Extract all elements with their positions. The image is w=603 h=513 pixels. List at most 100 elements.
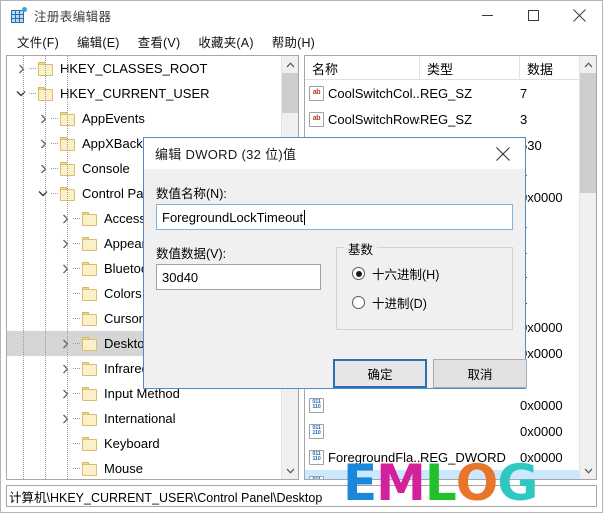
tree-item-international[interactable]: International (7, 406, 281, 431)
radio-hexadecimal[interactable]: 十六进制(H) (352, 264, 439, 283)
tree-item-label: Mouse (104, 461, 144, 476)
cell-type: REG_SZ (420, 85, 473, 101)
cell-data: 1 (520, 242, 579, 257)
folder-icon (82, 411, 98, 426)
registry-icon (10, 6, 27, 24)
cell-data: 7 (520, 85, 528, 101)
tree-guide-line (67, 56, 68, 479)
value-data-input[interactable]: 30d40 (156, 264, 321, 290)
list-scroll-thumb[interactable] (580, 73, 596, 193)
chevron-right-icon[interactable] (57, 256, 73, 281)
menu-file[interactable]: 文件(F) (8, 30, 68, 54)
radio-decimal-label: 十进制(D) (372, 297, 427, 311)
title-bar: 注册表编辑器 (1, 1, 602, 30)
menu-edit[interactable]: 编辑(E) (68, 30, 129, 54)
radio-hexadecimal-label: 十六进制(H) (372, 268, 440, 282)
tree-connector (73, 281, 82, 306)
cell-data: 3 (520, 111, 528, 127)
minimize-button[interactable] (464, 1, 510, 30)
table-row[interactable]: CoolSwitchRowsREG_SZ 3 (305, 106, 579, 132)
tree-connector (73, 381, 82, 406)
dialog-close-button[interactable] (481, 138, 525, 169)
chevron-down-icon[interactable] (35, 181, 51, 206)
radio-decimal[interactable]: 十进制(D) (352, 293, 427, 312)
folder-icon (60, 111, 76, 126)
tree-item-label: AppEvents (82, 111, 145, 126)
value-data-label: 数值数据(V): (156, 247, 227, 261)
status-path: 计算机\HKEY_CURRENT_USER\Control Panel\Desk… (9, 490, 323, 505)
table-row[interactable]: CoolSwitchCol...REG_SZ 7 (305, 80, 579, 106)
value-name-input[interactable]: ForegroundLockTimeout (156, 204, 513, 230)
tree-item-appevents[interactable]: AppEvents (7, 106, 281, 131)
tree-connector (73, 406, 82, 431)
table-row[interactable]: 011110 0x0000 (305, 418, 579, 444)
chevron-right-icon[interactable] (35, 106, 51, 131)
tree-connector (73, 231, 82, 256)
tree-connector (73, 256, 82, 281)
tree-connector (51, 156, 60, 181)
table-row[interactable]: 011110 ForegroundLo...REG_DWORD0x0000 (305, 470, 579, 479)
column-header-name[interactable]: 名称 (305, 56, 420, 80)
tree-connector (73, 206, 82, 231)
tree-scroll-down-icon[interactable] (282, 462, 298, 479)
tree-guide-line (45, 56, 46, 479)
tree-item-keyboard[interactable]: Keyboard (7, 431, 281, 456)
cell-name-text: ForegroundFla... (328, 449, 420, 465)
table-row[interactable]: 011110 0x0000 (305, 392, 579, 418)
tree-scroll-thumb[interactable] (282, 73, 298, 113)
tree-connector (73, 356, 82, 381)
chevron-right-icon[interactable] (13, 56, 29, 81)
cell-name: 011110 ForegroundLo... (305, 475, 420, 480)
folder-icon (82, 361, 98, 376)
chevron-right-icon[interactable] (57, 206, 73, 231)
dialog-title-bar: 编辑 DWORD (32 位)值 (144, 138, 525, 169)
radio-hexadecimal-icon (352, 267, 365, 280)
tree-item-label: HKEY_CLASSES_ROOT (60, 61, 208, 76)
tree-connector (51, 131, 60, 156)
cell-data: 4 (520, 294, 579, 309)
chevron-right-icon[interactable] (35, 131, 51, 156)
cell-name-text: CoolSwitchRows (328, 111, 420, 127)
column-header-type[interactable]: 类型 (420, 56, 520, 80)
tree-item-label: Keyboard (104, 436, 160, 451)
ok-button[interactable]: 确定 (333, 359, 427, 388)
list-vertical-scrollbar[interactable] (579, 56, 596, 479)
tree-scroll-up-icon[interactable] (282, 56, 298, 73)
registry-editor-window: 注册表编辑器 文件(F) 编辑(E) 查看(V) 收藏夹(A) 帮助(H) HK… (0, 0, 603, 513)
cell-name-text: ForegroundLo... (328, 476, 420, 480)
chevron-right-icon[interactable] (57, 381, 73, 406)
dword-value-icon: 011110 (309, 423, 324, 439)
base-group-box (336, 247, 513, 330)
menu-view[interactable]: 查看(V) (129, 30, 190, 54)
cell-data: 1 (520, 216, 579, 231)
menu-favorites[interactable]: 收藏夹(A) (189, 30, 262, 54)
chevron-right-icon[interactable] (35, 156, 51, 181)
value-data-text: 30d40 (162, 269, 199, 285)
chevron-right-icon[interactable] (57, 331, 73, 356)
tree-item-hkey-current-user[interactable]: HKEY_CURRENT_USER (7, 81, 281, 106)
tree-item-label: HKEY_CURRENT_USER (60, 86, 210, 101)
maximize-button[interactable] (510, 1, 556, 30)
dialog-body: 数值名称(N): ForegroundLockTimeout 数值数据(V): … (144, 169, 527, 388)
cell-data: 0x0000 (520, 449, 563, 465)
list-column-headers: 名称 类型 数据 (305, 56, 596, 80)
dialog-title: 编辑 DWORD (32 位)值 (155, 147, 297, 162)
chevron-right-icon[interactable] (57, 356, 73, 381)
chevron-down-icon[interactable] (13, 81, 29, 106)
cancel-button[interactable]: 取消 (433, 359, 527, 388)
tree-item-hkey-classes-root[interactable]: HKEY_CLASSES_ROOT (7, 56, 281, 81)
cell-name: 011110 (305, 397, 420, 413)
close-button[interactable] (556, 1, 602, 30)
list-scroll-up-icon[interactable] (580, 56, 596, 73)
cell-type: REG_SZ (420, 111, 473, 127)
chevron-right-icon[interactable] (57, 406, 73, 431)
table-row[interactable]: 011 110 ForegroundFla... REG_DWORD 0x0000 (305, 444, 579, 470)
menu-help[interactable]: 帮助(H) (263, 30, 324, 54)
folder-icon (82, 236, 98, 251)
tree-item-label: Console (82, 161, 130, 176)
chevron-right-icon[interactable] (57, 231, 73, 256)
cell-data: 0x0000 (520, 189, 563, 205)
tree-item-mouse[interactable]: Mouse (7, 456, 281, 479)
list-scroll-down-icon[interactable] (580, 462, 596, 479)
